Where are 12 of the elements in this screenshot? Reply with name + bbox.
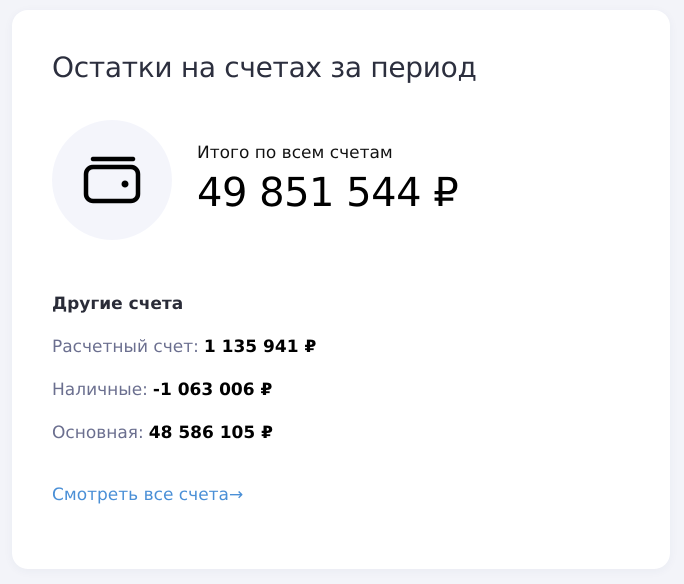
- account-label: Расчетный счет:: [52, 337, 199, 357]
- account-amount: 1 135 941 ₽: [204, 337, 316, 357]
- account-amount: 48 586 105 ₽: [148, 423, 273, 443]
- section-heading: Другие счета: [52, 293, 184, 316]
- account-label: Наличные:: [52, 380, 148, 400]
- account-label: Основная:: [52, 423, 144, 443]
- total-amount: 49 851 544 ₽: [197, 169, 458, 218]
- view-all-link[interactable]: Смотреть все счета→: [52, 485, 244, 505]
- wallet-icon: [83, 156, 141, 204]
- card-title: Остатки на счетах за период: [52, 50, 478, 86]
- total-label: Итого по всем счетам: [197, 142, 394, 165]
- account-amount: -1 063 006 ₽: [152, 380, 272, 400]
